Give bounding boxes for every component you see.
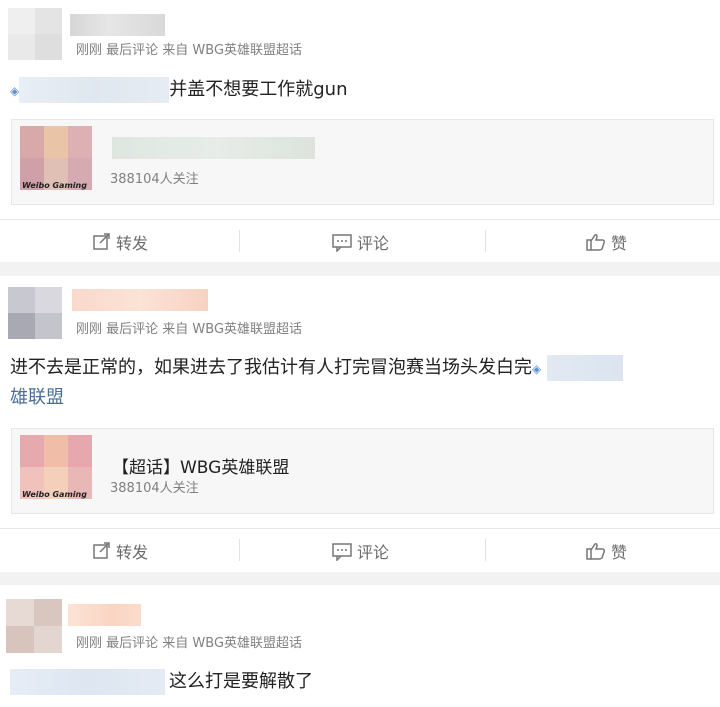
username[interactable] bbox=[68, 604, 141, 626]
repost-button[interactable]: 转发 bbox=[0, 529, 240, 573]
post-2: 刚刚 最后评论 来自 WBG英雄联盟超话 进不去是正常的，如果进去了我估计有人打… bbox=[0, 276, 720, 572]
avatar[interactable] bbox=[6, 599, 62, 653]
post-text: 进不去是正常的，如果进去了我估计有人打完冒泡赛当场头发白完 bbox=[10, 357, 532, 378]
action-bar: 转发 评论 赞 bbox=[0, 219, 720, 264]
repost-button[interactable]: 转发 bbox=[0, 220, 240, 264]
post-meta: 刚刚 最后评论 来自 WBG英雄联盟超话 bbox=[76, 322, 303, 337]
super-topic-link-tail[interactable]: 雄联盟 bbox=[10, 383, 64, 413]
post-1: 刚刚 最后评论 来自 WBG英雄联盟超话 ◈ 并盖不想要工作就gun Weibo … bbox=[0, 0, 720, 262]
repost-icon bbox=[93, 542, 110, 559]
diamond-icon: ◈ bbox=[10, 84, 20, 98]
card-thumbnail: Weibo Gaming bbox=[20, 435, 92, 499]
repost-label: 转发 bbox=[115, 543, 148, 562]
username[interactable] bbox=[70, 14, 165, 36]
thumbs-up-icon bbox=[586, 543, 606, 560]
card-title: 【超话】WBG英雄联盟 bbox=[112, 458, 290, 478]
comment-icon bbox=[332, 543, 352, 561]
comment-button[interactable]: 评论 bbox=[240, 220, 480, 264]
super-topic-card[interactable]: Weibo Gaming 【超话】WBG英雄联盟 388104人关注 bbox=[11, 428, 714, 514]
super-topic-card[interactable]: Weibo Gaming 388104人关注 bbox=[11, 119, 714, 205]
diamond-icon: ◈ bbox=[532, 362, 542, 376]
super-topic-link[interactable] bbox=[547, 355, 624, 381]
username[interactable] bbox=[72, 289, 208, 311]
thumbs-up-icon bbox=[586, 234, 606, 251]
like-button[interactable]: 赞 bbox=[486, 529, 720, 573]
avatar[interactable] bbox=[8, 8, 62, 60]
post-3: 刚刚 最后评论 来自 WBG英雄联盟超话 这么打是要解散了 bbox=[0, 585, 720, 707]
post-meta: 刚刚 最后评论 来自 WBG英雄联盟超话 bbox=[76, 636, 303, 651]
thumbnail-label: Weibo Gaming bbox=[22, 181, 87, 190]
avatar[interactable] bbox=[8, 287, 62, 339]
post-content: 这么打是要解散了 bbox=[10, 667, 313, 697]
action-bar: 转发 评论 赞 bbox=[0, 528, 720, 573]
post-meta: 刚刚 最后评论 来自 WBG英雄联盟超话 bbox=[76, 43, 303, 58]
comment-icon bbox=[332, 234, 352, 252]
comment-label: 评论 bbox=[356, 234, 389, 253]
feed-divider bbox=[0, 572, 720, 585]
repost-icon bbox=[93, 233, 110, 250]
super-topic-link[interactable] bbox=[10, 669, 165, 695]
like-button[interactable]: 赞 bbox=[486, 220, 720, 264]
like-label: 赞 bbox=[610, 234, 627, 253]
post-content: 进不去是正常的，如果进去了我估计有人打完冒泡赛当场头发白完◈ bbox=[10, 353, 624, 384]
post-text: 这么打是要解散了 bbox=[169, 671, 313, 692]
post-content: ◈ 并盖不想要工作就gun bbox=[10, 75, 347, 106]
like-label: 赞 bbox=[610, 543, 627, 562]
comment-label: 评论 bbox=[356, 543, 389, 562]
thumbnail-label: Weibo Gaming bbox=[22, 490, 87, 499]
card-followers: 388104人关注 bbox=[110, 172, 199, 187]
post-text: 并盖不想要工作就gun bbox=[169, 79, 348, 100]
repost-label: 转发 bbox=[115, 234, 148, 253]
card-thumbnail: Weibo Gaming bbox=[20, 126, 92, 190]
super-topic-link[interactable] bbox=[19, 77, 170, 103]
comment-button[interactable]: 评论 bbox=[240, 529, 480, 573]
card-followers: 388104人关注 bbox=[110, 481, 199, 496]
feed-divider bbox=[0, 262, 720, 276]
card-title-blurred bbox=[112, 137, 315, 159]
